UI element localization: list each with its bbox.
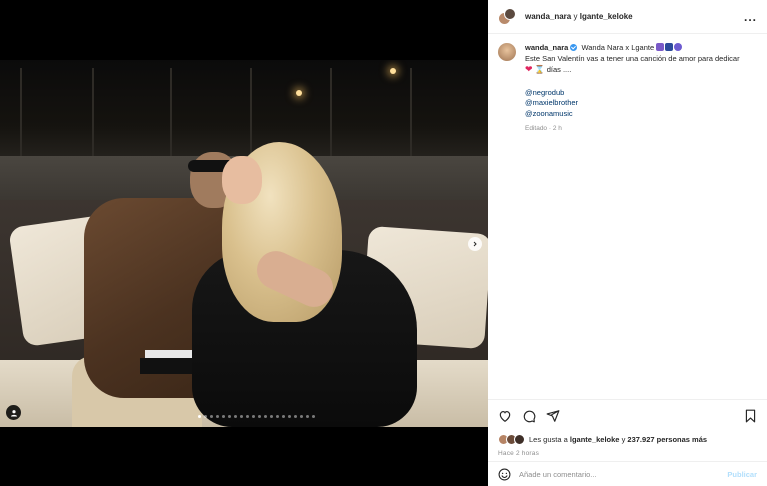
action-bar bbox=[498, 408, 757, 424]
music-note-emoji-icon bbox=[656, 43, 665, 51]
lamp-light bbox=[296, 90, 302, 96]
avatar bbox=[504, 7, 516, 20]
carousel-dot bbox=[276, 415, 279, 418]
emoji-button[interactable] bbox=[498, 468, 511, 481]
avatar[interactable] bbox=[498, 43, 516, 61]
post-caption: wanda_nara Wanda Nara x Lgante Este San … bbox=[488, 34, 767, 135]
carousel-dot bbox=[312, 415, 315, 418]
bookmark-icon bbox=[745, 409, 756, 423]
post-header: wanda_nara y lgante_keloke ... bbox=[488, 0, 767, 34]
caption-text: Este San Valentín vas a tener una canció… bbox=[525, 53, 740, 63]
collab-avatar[interactable] bbox=[498, 7, 516, 26]
carousel-dot bbox=[300, 415, 303, 418]
carousel-dot bbox=[306, 415, 309, 418]
lamp-light bbox=[390, 68, 396, 74]
author-link[interactable]: wanda_nara bbox=[525, 12, 571, 21]
mention-link[interactable]: @negrodub bbox=[525, 88, 740, 99]
person-face bbox=[222, 156, 262, 204]
chevron-right-icon bbox=[473, 241, 477, 247]
carousel-dot bbox=[222, 415, 225, 418]
carousel-dot bbox=[270, 415, 273, 418]
likes-summary: Les gusta a lgante_keloke y 237.927 pers… bbox=[498, 434, 757, 445]
carousel-dot bbox=[198, 415, 201, 418]
emoji-icon bbox=[665, 43, 674, 51]
carousel-dot bbox=[210, 415, 213, 418]
carousel-dot bbox=[216, 415, 219, 418]
comment-bar: Publicar bbox=[488, 461, 767, 486]
post-photo[interactable] bbox=[0, 60, 488, 427]
railing-post bbox=[92, 68, 94, 163]
carousel-dot bbox=[282, 415, 285, 418]
caption-text: Wanda Nara x Lgante bbox=[581, 43, 655, 52]
photo-scene bbox=[0, 60, 488, 427]
carousel-dot bbox=[264, 415, 267, 418]
likes-prefix: Les gusta a bbox=[529, 435, 568, 444]
likes-joiner: y bbox=[621, 435, 626, 444]
verified-badge-icon bbox=[570, 44, 578, 51]
carousel-dot bbox=[288, 415, 291, 418]
more-icon: ... bbox=[743, 9, 757, 24]
carousel-dot bbox=[294, 415, 297, 418]
liker-username[interactable]: lgante_keloke bbox=[570, 435, 620, 444]
post-authors: wanda_nara y lgante_keloke bbox=[525, 12, 633, 21]
carousel-dot bbox=[252, 415, 255, 418]
dj-emoji-icon bbox=[674, 43, 683, 51]
caption-body: wanda_nara Wanda Nara x Lgante Este San … bbox=[525, 43, 740, 135]
like-button[interactable] bbox=[498, 409, 512, 423]
liker-avatars bbox=[498, 434, 526, 445]
mention-link[interactable]: @maxielbrother bbox=[525, 98, 740, 109]
carousel-dot bbox=[204, 415, 207, 418]
carousel-indicator bbox=[198, 415, 315, 418]
more-options-button[interactable]: ... bbox=[744, 10, 757, 24]
carousel-dot bbox=[258, 415, 261, 418]
user-tag-icon bbox=[10, 409, 17, 416]
carousel-dot bbox=[234, 415, 237, 418]
author-link[interactable]: lgante_keloke bbox=[580, 12, 633, 21]
emoji-icon bbox=[498, 468, 511, 480]
mention-link[interactable]: @zoonamusic bbox=[525, 109, 740, 120]
post-sidebar: wanda_nara y lgante_keloke ... wanda_nar… bbox=[488, 0, 767, 486]
caption-mentions: @negrodub @maxielbrother @zoonamusic bbox=[525, 88, 740, 120]
edited-timestamp: Editado · 2 h bbox=[525, 125, 562, 132]
save-button[interactable] bbox=[744, 409, 757, 423]
railing-post bbox=[330, 68, 332, 163]
railing-post bbox=[20, 68, 22, 163]
railing-post bbox=[410, 68, 412, 163]
tagged-users-button[interactable] bbox=[6, 405, 21, 420]
carousel-dot bbox=[246, 415, 249, 418]
railing-post bbox=[170, 68, 172, 163]
caption-username[interactable]: wanda_nara bbox=[525, 43, 568, 52]
post-time[interactable]: Hace 2 horas bbox=[498, 450, 757, 457]
avatar bbox=[514, 434, 525, 445]
comment-button[interactable] bbox=[522, 409, 536, 423]
caption-text: días .... bbox=[546, 65, 572, 74]
post-comment-button[interactable]: Publicar bbox=[727, 470, 757, 479]
author-separator: y bbox=[573, 12, 578, 21]
carousel-dot bbox=[228, 415, 231, 418]
post-media bbox=[0, 0, 488, 486]
next-photo-button[interactable] bbox=[468, 237, 482, 251]
hourglass-emoji-icon: ⌛ bbox=[534, 65, 545, 74]
heart-icon bbox=[499, 411, 511, 422]
night-background bbox=[0, 60, 488, 170]
red-heart-emoji-icon: ❤ bbox=[525, 64, 533, 74]
likes-count[interactable]: 237.927 personas más bbox=[627, 435, 707, 444]
share-icon bbox=[546, 410, 560, 422]
carousel-dot bbox=[240, 415, 243, 418]
post-actions: Les gusta a lgante_keloke y 237.927 pers… bbox=[488, 399, 767, 457]
railing-post bbox=[250, 68, 252, 163]
comment-input[interactable] bbox=[519, 469, 728, 479]
share-button[interactable] bbox=[546, 409, 560, 423]
comment-icon bbox=[523, 410, 536, 423]
